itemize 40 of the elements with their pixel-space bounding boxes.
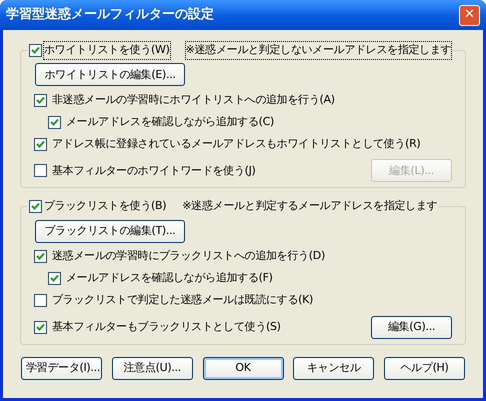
button[interactable]: 注意点(U)...: [112, 356, 193, 380]
checkmark-icon: [36, 322, 45, 332]
window-title: 学習型迷惑メールフィルターの設定: [6, 6, 214, 24]
checkmark-icon: [36, 96, 45, 105]
button[interactable]: ヘルプ(H): [384, 356, 465, 380]
button[interactable]: 学習データ(I)...: [21, 356, 102, 380]
checkbox-label: ホワイトリストを使う(W): [44, 42, 170, 58]
note-text: ※迷惑メールと判定しないメールアドレスを指定します: [186, 42, 452, 58]
checkmark-icon: [31, 46, 40, 55]
checkbox-label: メールアドレスを確認しながら追加する(C): [66, 114, 274, 130]
button[interactable]: 編集(G)...: [371, 316, 452, 338]
checkbox[interactable]: [34, 138, 47, 151]
checkbox[interactable]: [34, 250, 47, 263]
checkmark-icon: [31, 202, 40, 211]
checkbox-label: メールアドレスを確認しながら追加する(F): [66, 270, 273, 286]
checkbox[interactable]: [34, 320, 47, 334]
button[interactable]: OK: [202, 356, 284, 380]
checkbox[interactable]: [34, 164, 47, 178]
checkbox[interactable]: [29, 200, 42, 213]
checkbox[interactable]: [48, 272, 61, 285]
button[interactable]: キャンセル: [293, 356, 374, 380]
checkbox[interactable]: [29, 44, 42, 57]
checkmark-icon: [36, 252, 45, 261]
checkbox-label: ブラックリストで判定した迷惑メールは既読にする(K): [52, 292, 313, 308]
checkbox-label: 基本フィルターのホワイトワードを使う(J): [52, 162, 256, 178]
checkbox-label: 基本フィルターもブラックリストとして使う(S): [52, 318, 281, 335]
button[interactable]: ブラックリストの編集(T)...: [35, 220, 185, 242]
checkmark-icon: [50, 274, 59, 283]
checkbox[interactable]: [34, 294, 47, 307]
note-text: ※迷惑メールと判定するメールアドレスを指定します: [182, 198, 438, 214]
checkmark-icon: [50, 118, 59, 127]
close-button[interactable]: ✕: [459, 4, 480, 26]
button[interactable]: ホワイトリストの編集(E)...: [35, 63, 185, 86]
checkbox[interactable]: [34, 94, 47, 107]
checkbox-label: ブラックリストを使う(B): [44, 198, 166, 214]
checkbox[interactable]: [48, 116, 61, 129]
checkmark-icon: [36, 140, 45, 149]
checkbox-label: アドレス帳に登録されているメールアドレスもホワイトリストとして使う(R): [52, 136, 420, 152]
checkbox-label: 迷惑メールの学習時にブラックリストへの追加を行う(D): [52, 248, 325, 264]
checkbox-label: 非迷惑メールの学習時にホワイトリストへの追加を行う(A): [52, 92, 335, 108]
